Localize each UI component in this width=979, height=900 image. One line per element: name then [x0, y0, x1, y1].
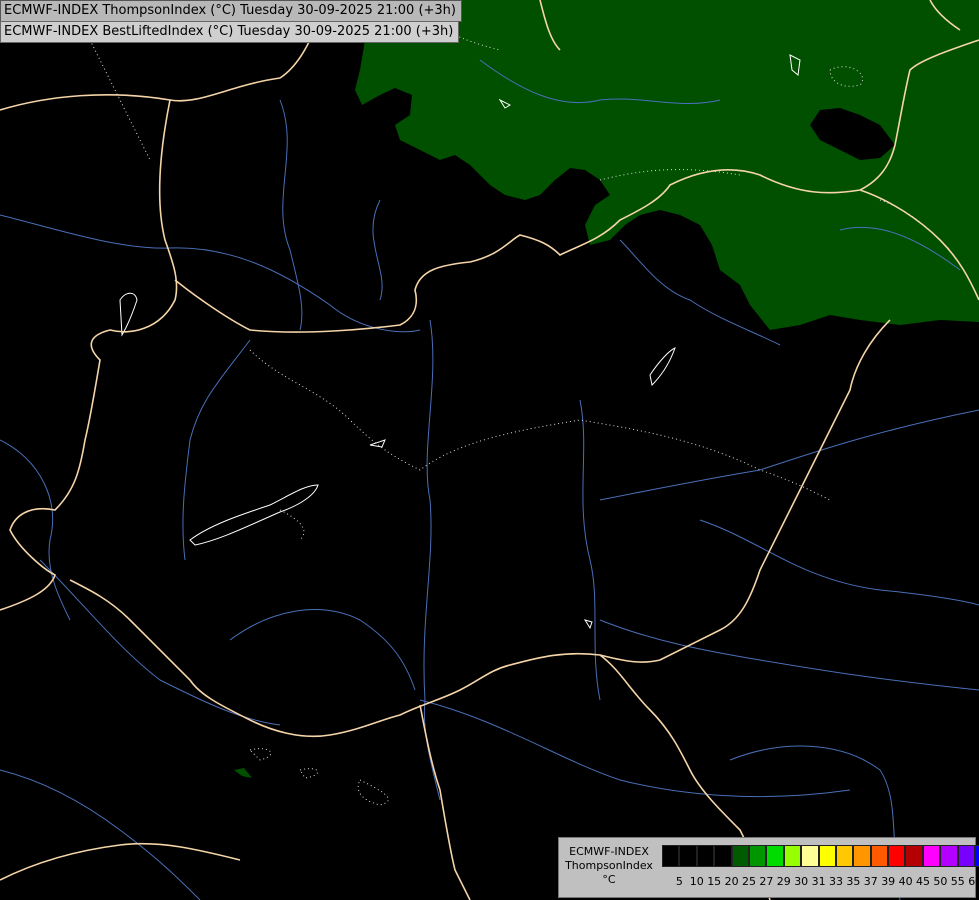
- legend-swatch: [940, 845, 958, 867]
- map-title-thompson: ECMWF-INDEX ThompsonIndex (°C) Tuesday 3…: [0, 0, 462, 22]
- legend-swatch: [888, 845, 906, 867]
- legend-tick-label: 60: [968, 875, 979, 888]
- legend-tick-label: 37: [863, 875, 878, 888]
- legend-tick-label: 30: [794, 875, 809, 888]
- legend-swatch: [731, 845, 749, 867]
- legend-variable: ThompsonIndex: [565, 859, 653, 872]
- map-view: ECMWF-INDEX ThompsonIndex (°C) Tuesday 3…: [0, 0, 979, 900]
- color-legend: ECMWF-INDEX ThompsonIndex °C 5 10 15 20 25 27…: [558, 837, 979, 898]
- legend-tick-label: 50: [933, 875, 948, 888]
- legend-swatch: [835, 845, 854, 867]
- thompson-index-area: [355, 0, 979, 330]
- legend-title: ECMWF-INDEX ThompsonIndex °C: [561, 845, 657, 887]
- legend-tick-label: 45: [916, 875, 930, 888]
- legend-tick-label: 33: [829, 875, 843, 888]
- legend-swatch: [818, 845, 836, 867]
- legend-swatch: [783, 845, 802, 867]
- legend-swatch: [679, 845, 697, 867]
- legend-swatch: [696, 845, 715, 867]
- legend-unit: °C: [602, 873, 616, 886]
- legend-tick-label: 29: [776, 875, 791, 888]
- legend-swatch: [748, 845, 767, 867]
- legend-tick-label: 15: [707, 875, 722, 888]
- legend-tick-label: 31: [811, 875, 826, 888]
- legend-swatch: [766, 845, 784, 867]
- legend-swatch: [975, 845, 979, 867]
- legend-swatch: [801, 845, 819, 867]
- legend-tick-label: 27: [759, 875, 774, 888]
- legend-tick-label: 40: [898, 875, 913, 888]
- legend-tick-label: 20: [724, 875, 739, 888]
- legend-tick-label: 5: [675, 875, 683, 888]
- legend-tick-label: 39: [881, 875, 896, 888]
- legend-model: ECMWF-INDEX: [569, 845, 649, 858]
- legend-swatch: [905, 845, 923, 867]
- legend-tick-label: 10: [689, 875, 704, 888]
- legend-swatch: [922, 845, 941, 867]
- legend-color-bar: [662, 845, 979, 867]
- legend-swatch: [662, 845, 680, 867]
- weather-map: [0, 0, 979, 900]
- legend-tick-label: 25: [742, 875, 756, 888]
- legend-tick-label: 55: [950, 875, 965, 888]
- legend-swatch: [870, 845, 889, 867]
- legend-swatch: [853, 845, 871, 867]
- legend-swatch: [957, 845, 976, 867]
- thompson-small-area: [234, 768, 252, 778]
- legend-tick-label: 35: [846, 875, 861, 888]
- map-title-bestlifted: ECMWF-INDEX BestLiftedIndex (°C) Tuesday…: [0, 21, 460, 43]
- legend-swatch: [714, 845, 732, 867]
